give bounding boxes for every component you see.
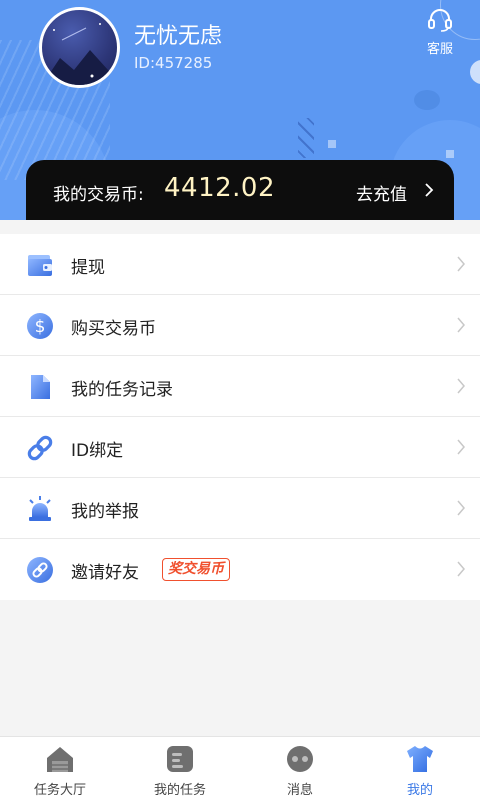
menu-item-withdraw[interactable]: 提现 bbox=[0, 234, 480, 295]
menu-list: 提现 $ 购买交易币 我的任务记录 ID绑定 我的举报 邀请好友 奖交易币 bbox=[0, 234, 480, 600]
tab-label: 我的任务 bbox=[153, 783, 206, 798]
bottom-tab-bar: 任务大厅 我的任务 消息 我的 bbox=[0, 736, 480, 800]
header-square bbox=[446, 150, 454, 158]
tshirt-icon bbox=[407, 746, 433, 772]
balance-value: 4412.02 bbox=[164, 173, 276, 203]
chevron-right-icon bbox=[457, 256, 465, 272]
user-id: ID:457285 bbox=[134, 54, 213, 72]
tab-messages[interactable]: 消息 bbox=[240, 737, 360, 800]
document-icon bbox=[31, 375, 50, 399]
header-decoration bbox=[414, 90, 440, 110]
customer-service-button[interactable]: 客服 bbox=[420, 8, 460, 57]
tab-my-tasks[interactable]: 我的任务 bbox=[120, 737, 240, 800]
chevron-right-icon bbox=[457, 439, 465, 455]
balance-label: 我的交易币: bbox=[53, 185, 144, 205]
menu-label-withdraw: 提现 bbox=[71, 258, 105, 278]
recharge-button[interactable]: 去充值 bbox=[356, 180, 407, 205]
invite-link-icon bbox=[27, 557, 53, 583]
header-square bbox=[328, 140, 336, 148]
menu-label-invite-friends: 邀请好友 bbox=[71, 563, 139, 583]
chevron-right-icon bbox=[457, 561, 465, 577]
menu-item-id-binding[interactable]: ID绑定 bbox=[0, 417, 480, 478]
message-bubble-icon bbox=[287, 746, 313, 772]
chevron-right-icon bbox=[457, 500, 465, 516]
headset-icon bbox=[428, 9, 452, 32]
chevron-right-icon[interactable] bbox=[424, 182, 434, 198]
tab-task-hall[interactable]: 任务大厅 bbox=[0, 737, 120, 800]
reward-badge: 奖交易币 bbox=[162, 558, 230, 581]
dollar-coin-icon: $ bbox=[27, 313, 53, 339]
balance-bar: 我的交易币: 4412.02 去充值 bbox=[26, 160, 454, 220]
chevron-right-icon bbox=[457, 317, 465, 333]
menu-item-task-records[interactable]: 我的任务记录 bbox=[0, 356, 480, 417]
tab-label: 任务大厅 bbox=[33, 783, 86, 798]
menu-label-my-reports: 我的举报 bbox=[71, 502, 139, 522]
tab-mine[interactable]: 我的 bbox=[360, 737, 480, 800]
link-icon bbox=[27, 435, 53, 461]
menu-item-buy-coins[interactable]: $ 购买交易币 bbox=[0, 295, 480, 356]
profile-header: 无忧无虑 ID:457285 客服 我的交易币: 4412.02 去充值 bbox=[0, 0, 480, 220]
wallet-icon bbox=[28, 255, 52, 276]
header-zigzag bbox=[298, 118, 314, 158]
menu-label-id-binding: ID绑定 bbox=[71, 441, 124, 461]
tab-label: 我的 bbox=[406, 783, 433, 798]
avatar-image bbox=[42, 23, 117, 85]
tab-label: 消息 bbox=[286, 783, 313, 798]
chevron-right-icon bbox=[457, 378, 465, 394]
house-icon bbox=[47, 747, 73, 772]
svg-text:$: $ bbox=[35, 317, 46, 337]
alarm-light-icon bbox=[29, 496, 51, 521]
menu-label-buy-coins: 购买交易币 bbox=[71, 319, 156, 339]
username: 无忧无虑 bbox=[134, 24, 223, 49]
menu-item-invite-friends[interactable]: 邀请好友 奖交易币 bbox=[0, 539, 480, 600]
avatar[interactable] bbox=[39, 7, 120, 88]
header-decoration bbox=[470, 60, 480, 84]
menu-label-task-records: 我的任务记录 bbox=[71, 380, 173, 400]
customer-service-label: 客服 bbox=[426, 42, 453, 57]
menu-item-my-reports[interactable]: 我的举报 bbox=[0, 478, 480, 539]
task-list-icon bbox=[167, 746, 193, 772]
